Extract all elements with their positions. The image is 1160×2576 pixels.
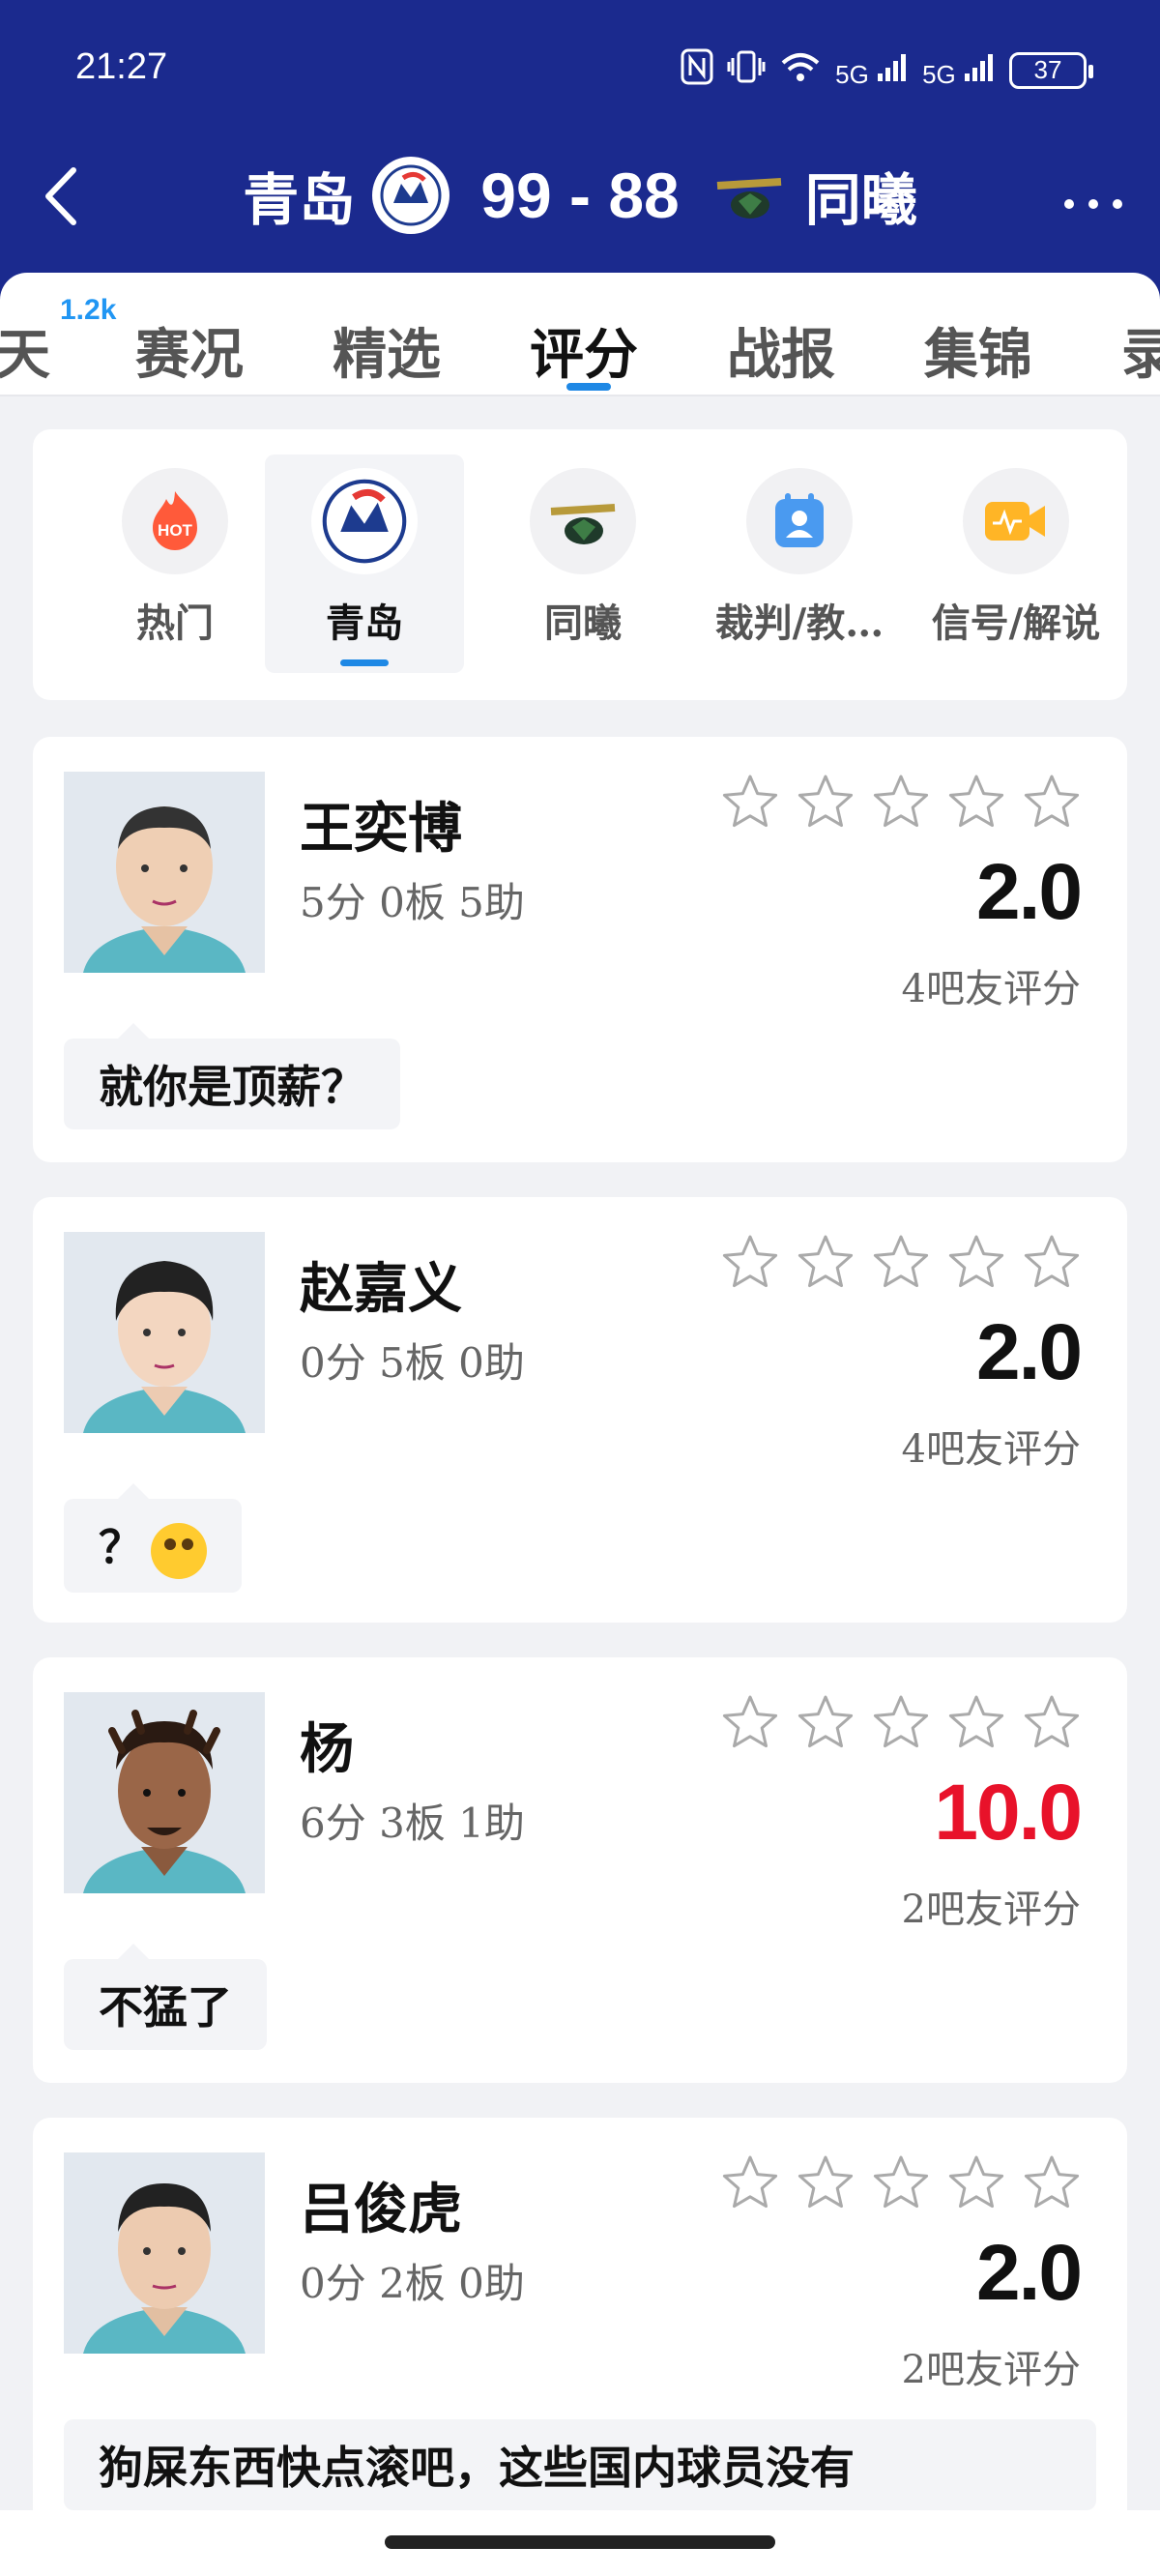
filter-referee[interactable]: 裁判/教… [700,454,899,673]
player-name: 王奕博 [300,797,462,861]
tab-report[interactable]: 战报 [727,311,835,390]
status-icons: 5G 5G 37 [681,48,1093,92]
home-indicator[interactable] [385,2535,775,2549]
filter-label: 青岛 [326,600,403,646]
star-icon[interactable] [947,1234,1005,1290]
tab-featured[interactable]: 精选 [333,311,441,390]
status-time: 21:27 [75,46,168,87]
tongxi-logo-icon [710,157,788,234]
rating-stars[interactable] [721,2154,1081,2210]
filter-label: 信号/解说 [931,600,1101,646]
star-icon[interactable] [1023,1694,1081,1750]
tab-ratings[interactable]: 评分 [530,311,638,390]
filter-broadcast[interactable]: 信号/解说 [916,454,1116,673]
tab-bar: 1.2k 天 赛况 精选 评分 战报 集锦 录 [0,273,1160,396]
tab-highlights[interactable]: 集锦 [924,311,1032,390]
star-icon[interactable] [872,1234,930,1290]
qingdao-logo-icon [311,468,418,574]
top-comment[interactable]: ？ [64,1483,242,1593]
star-icon[interactable] [797,1694,855,1750]
player-avatar [64,1232,265,1433]
rater-count: 2吧友评分 [901,2348,1081,2392]
player-avatar [64,772,265,973]
star-icon[interactable] [1023,2154,1081,2210]
star-icon[interactable] [947,1694,1005,1750]
match-score: 99 - 88 [480,160,680,231]
away-team-name: 同曦 [804,167,917,233]
status-bar: 21:27 5G 5G 37 [0,0,1160,135]
title-bar: 青岛 99 - 88 同曦 [0,145,1160,251]
tongxi-logo-icon [530,468,636,574]
filter-label: 裁判/教… [714,600,884,646]
filter-label: 热门 [136,600,214,646]
top-comment[interactable]: 不猛了 [64,1944,267,2050]
nfc-icon [681,48,713,92]
qingdao-logo-icon [372,157,450,234]
scoreboard: 青岛 99 - 88 同曦 [0,155,1160,236]
player-stats: 0分 5板 0助 [300,1339,525,1387]
player-rating: 10.0 [934,1769,1083,1857]
star-icon[interactable] [797,2154,855,2210]
signal-icon: 5G [835,50,909,90]
rating-stars[interactable] [721,1234,1081,1290]
star-icon[interactable] [797,1234,855,1290]
broadcast-icon [963,468,1069,574]
hot-icon: HOT [122,468,228,574]
active-tab-underline [566,383,611,391]
active-filter-underline [340,659,389,666]
star-icon[interactable] [721,1234,779,1290]
star-icon[interactable] [872,2154,930,2210]
rater-count: 4吧友评分 [901,1427,1081,1472]
star-icon[interactable] [1023,1234,1081,1290]
home-team-name: 青岛 [243,167,356,233]
more-options-button[interactable] [1061,172,1125,224]
star-icon[interactable] [872,1694,930,1750]
star-icon[interactable] [1023,774,1081,830]
player-card[interactable]: 吕俊虎 0分 2板 0助 2.0 2吧友评分 狗屎东西快点滚吧，这些国内球员没有 [33,2118,1127,2562]
rating-stars[interactable] [721,1694,1081,1750]
battery-icon: 37 [1009,51,1093,89]
tab-match[interactable]: 赛况 [135,311,244,390]
star-icon[interactable] [721,774,779,830]
player-card[interactable]: 杨 6分 3板 1助 10.0 2吧友评分 不猛了 [33,1657,1127,2083]
smiley-emoji-icon [151,1523,207,1579]
star-icon[interactable] [872,774,930,830]
rater-count: 2吧友评分 [901,1888,1081,1932]
player-stats: 6分 3板 1助 [300,1800,525,1847]
referee-icon [746,468,853,574]
top-comment[interactable]: 狗屎东西快点滚吧，这些国内球员没有 [64,2419,1096,2510]
star-icon[interactable] [797,774,855,830]
star-icon[interactable] [947,2154,1005,2210]
filter-qingdao[interactable]: 青岛 [265,454,464,673]
player-card[interactable]: 赵嘉义 0分 5板 0助 2.0 4吧友评分 ？ [33,1197,1127,1623]
signal-icon-2: 5G [922,50,996,90]
top-comment[interactable]: 就你是顶薪？ [64,1023,400,1129]
rating-stars[interactable] [721,774,1081,830]
vibrate-icon [727,48,766,92]
wifi-icon [779,49,822,91]
player-rating: 2.0 [976,848,1083,936]
tab-badge: 1.2k [60,294,117,326]
player-rating: 2.0 [976,2229,1083,2317]
tab-video[interactable]: 录 [1121,311,1160,390]
filter-label: 同曦 [544,600,622,646]
star-icon[interactable] [721,1694,779,1750]
filter-hot[interactable]: HOT 热门 [75,454,275,673]
star-icon[interactable] [721,2154,779,2210]
player-avatar [64,2152,265,2354]
player-avatar [64,1692,265,1893]
player-name: 杨 [300,1717,354,1781]
player-name: 吕俊虎 [300,2178,462,2241]
star-icon[interactable] [947,774,1005,830]
player-rating: 2.0 [976,1308,1083,1396]
player-stats: 0分 2板 0助 [300,2260,525,2307]
player-card[interactable]: 王奕博 5分 0板 5助 2.0 4吧友评分 就你是顶薪？ [33,737,1127,1162]
player-stats: 5分 0板 5助 [300,879,525,926]
tab-chat[interactable]: 天 [0,311,50,390]
category-filter: HOT 热门 青岛 同曦 裁判/教… 信号/解说 [33,429,1127,700]
filter-tongxi[interactable]: 同曦 [483,454,682,673]
rater-count: 4吧友评分 [901,967,1081,1011]
player-name: 赵嘉义 [300,1257,462,1321]
hot-icon-text: HOT [158,521,193,540]
